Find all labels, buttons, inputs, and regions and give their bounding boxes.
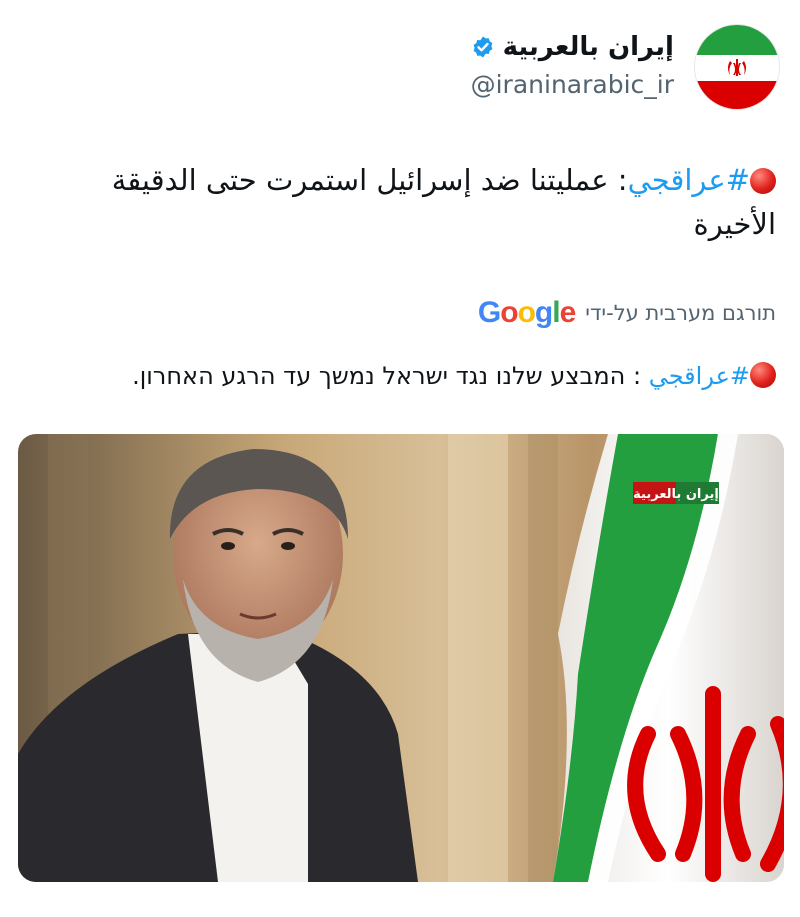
media-watermark: إيران بالعربية [633, 487, 719, 502]
account-handle[interactable]: @iraninarabic_ir [471, 70, 674, 99]
display-name[interactable]: إيران بالعربية [503, 32, 674, 62]
tweet-body: #عراقجي: عمليتنا ضد إسرائيل استمرت حتى ا… [24, 158, 776, 246]
photo-portrait-with-flag: إيران بالعربية [18, 434, 784, 882]
translated-hashtag-link[interactable]: #عراقجي [649, 362, 750, 390]
iran-flag-avatar-icon [695, 25, 779, 109]
translated-text: : המבצע שלנו נגד ישראל נמשך עד הרגע האחר… [132, 362, 649, 390]
red-circle-icon [750, 168, 776, 194]
translation-attribution: תורגם מערבית על-ידי Google [478, 296, 776, 330]
tweet-header: إيران بالعربية @iraninarabic_ir [18, 18, 782, 118]
red-circle-icon [750, 362, 776, 388]
verified-badge-icon [473, 36, 493, 58]
translated-by-label: תורגם מערבית על-ידי [585, 301, 776, 325]
translated-body: #عراقجي : המבצע שלנו נגד ישראל נמשך עד ה… [24, 356, 776, 396]
google-logo: Google [477, 296, 576, 329]
hashtag-link[interactable]: #عراقجي [628, 163, 750, 197]
tweet-media-image[interactable]: إيران بالعربية [18, 434, 784, 882]
avatar[interactable] [694, 24, 780, 110]
